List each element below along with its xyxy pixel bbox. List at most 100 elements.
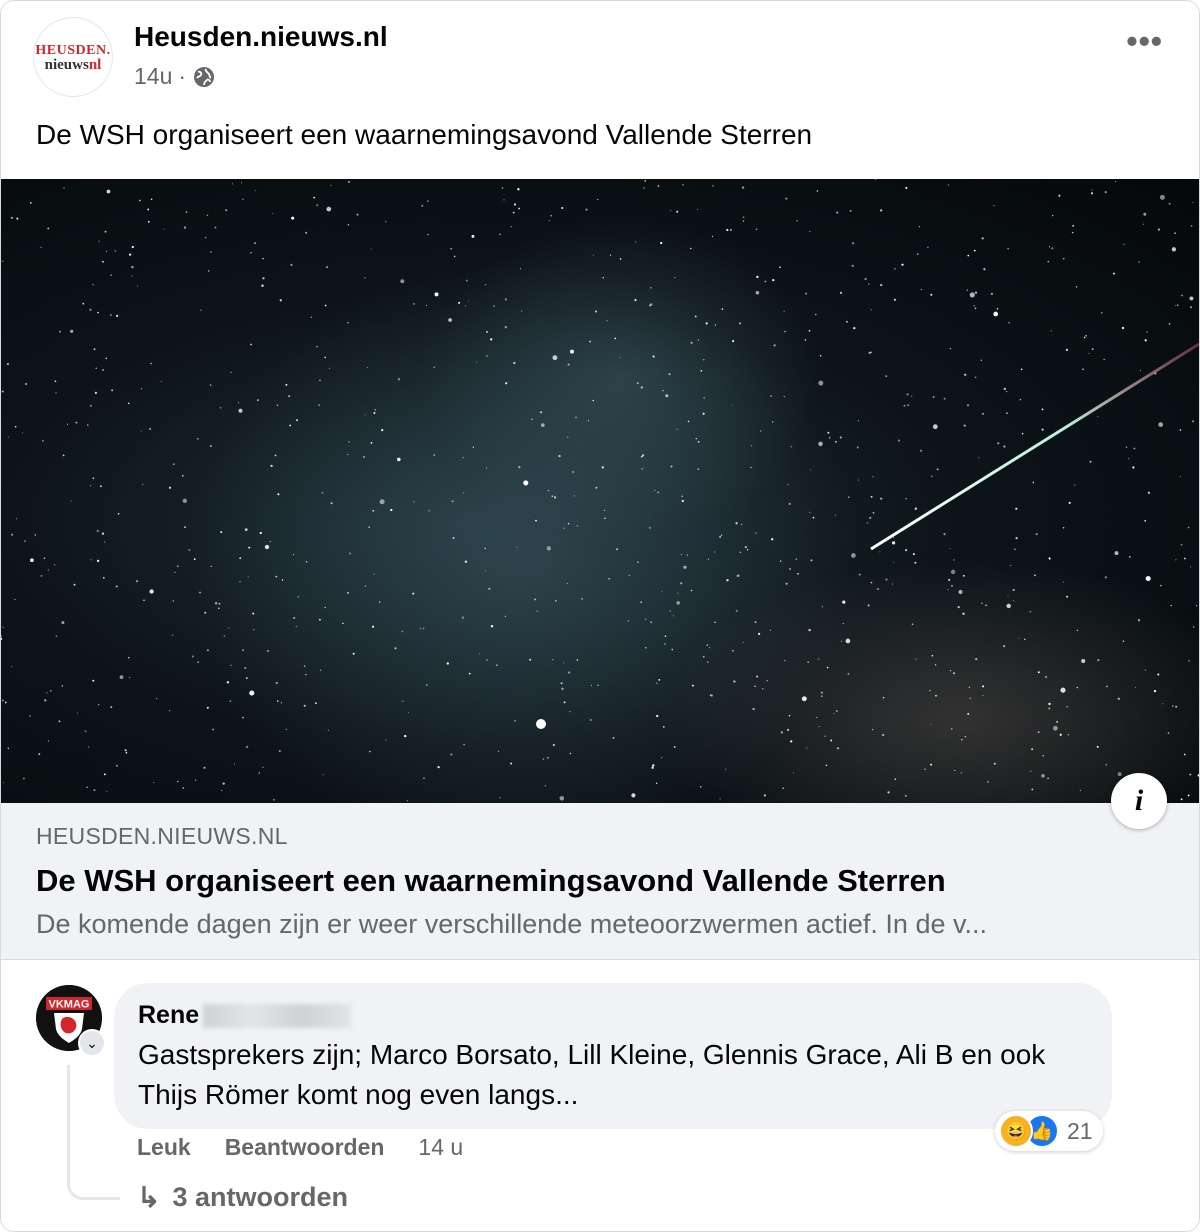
star — [809, 511, 811, 513]
page-avatar[interactable]: HEUSDEN. nieuwsnl — [33, 17, 113, 97]
more-options-icon[interactable]: ••• — [1126, 25, 1163, 57]
comment-time[interactable]: 14 u — [418, 1134, 463, 1161]
star — [428, 509, 430, 512]
star — [1175, 305, 1177, 307]
star — [870, 581, 873, 584]
comment-actions: Leuk Beantwoorden 14 u — [137, 1134, 463, 1161]
view-replies-button[interactable]: ↳ 3 antwoorden — [137, 1181, 348, 1214]
link-preview[interactable]: HEUSDEN.NIEUWS.NL De WSH organiseert een… — [1, 803, 1199, 960]
star — [764, 280, 767, 283]
star — [1174, 232, 1176, 234]
info-button[interactable]: i — [1111, 773, 1167, 829]
star — [857, 479, 860, 481]
like-button[interactable]: Leuk — [137, 1134, 191, 1161]
star — [348, 441, 350, 443]
star — [561, 207, 564, 209]
star — [318, 404, 320, 406]
star — [973, 305, 975, 307]
star — [1006, 412, 1008, 414]
star — [97, 311, 99, 314]
star — [1033, 574, 1036, 577]
star — [608, 577, 611, 580]
star — [277, 700, 279, 702]
star — [168, 486, 172, 489]
star — [479, 653, 481, 655]
star — [697, 440, 700, 443]
star — [58, 720, 61, 723]
star — [1030, 770, 1032, 772]
star — [147, 220, 150, 223]
star — [836, 710, 838, 712]
star — [128, 676, 131, 679]
post-time[interactable]: 14u — [134, 63, 172, 90]
star — [707, 661, 709, 663]
star — [664, 643, 666, 645]
star — [929, 689, 931, 692]
star — [1024, 638, 1026, 641]
star — [43, 557, 46, 559]
star — [221, 789, 223, 792]
post-meta: 14u · — [134, 63, 216, 90]
star — [87, 424, 89, 426]
star — [1041, 774, 1045, 778]
star — [820, 691, 823, 694]
star — [540, 423, 545, 427]
star — [518, 465, 521, 469]
star — [209, 444, 212, 448]
star — [606, 320, 608, 322]
star — [746, 549, 749, 551]
star — [517, 188, 520, 191]
star — [321, 491, 324, 494]
star — [882, 696, 885, 699]
star — [1076, 629, 1079, 632]
star — [590, 684, 592, 686]
star — [242, 198, 244, 200]
star — [1187, 526, 1190, 529]
star — [463, 492, 465, 494]
star — [297, 596, 299, 598]
star — [1097, 658, 1100, 662]
star — [851, 553, 856, 558]
star — [1181, 294, 1183, 297]
star — [131, 275, 133, 277]
star — [427, 200, 429, 202]
profile-switch-chevron-icon[interactable]: ⌄ — [78, 1029, 106, 1057]
thread-line — [67, 1065, 120, 1200]
star — [461, 616, 465, 619]
star — [1, 699, 5, 702]
star — [1191, 420, 1195, 423]
star — [547, 756, 549, 759]
reaction-count: 21 — [1067, 1117, 1093, 1144]
star — [830, 739, 833, 742]
star — [1091, 189, 1093, 191]
star — [602, 276, 605, 279]
reaction-summary[interactable]: 😆 👍 21 — [995, 1111, 1103, 1151]
post-image[interactable] — [1, 179, 1199, 803]
star — [47, 227, 50, 230]
star — [513, 361, 516, 365]
star — [218, 607, 220, 610]
star — [1144, 339, 1147, 342]
star — [680, 582, 683, 585]
star — [637, 382, 639, 384]
star — [870, 309, 872, 311]
star — [1172, 705, 1174, 707]
star — [223, 635, 225, 637]
star — [188, 549, 191, 551]
reply-button[interactable]: Beantwoorden — [225, 1134, 385, 1161]
page-name[interactable]: Heusden.nieuws.nl — [134, 21, 388, 53]
star — [719, 798, 721, 800]
star — [464, 305, 467, 307]
star — [305, 561, 308, 563]
star — [1138, 261, 1140, 263]
star — [569, 710, 571, 713]
comment-author[interactable]: Rene — [138, 1001, 352, 1030]
star — [961, 739, 963, 741]
star — [347, 591, 349, 594]
star — [281, 579, 284, 581]
star — [967, 712, 970, 715]
link-title[interactable]: De WSH organiseert een waarnemingsavond … — [36, 863, 946, 899]
star — [203, 766, 206, 769]
star — [691, 684, 694, 687]
star — [535, 519, 537, 522]
